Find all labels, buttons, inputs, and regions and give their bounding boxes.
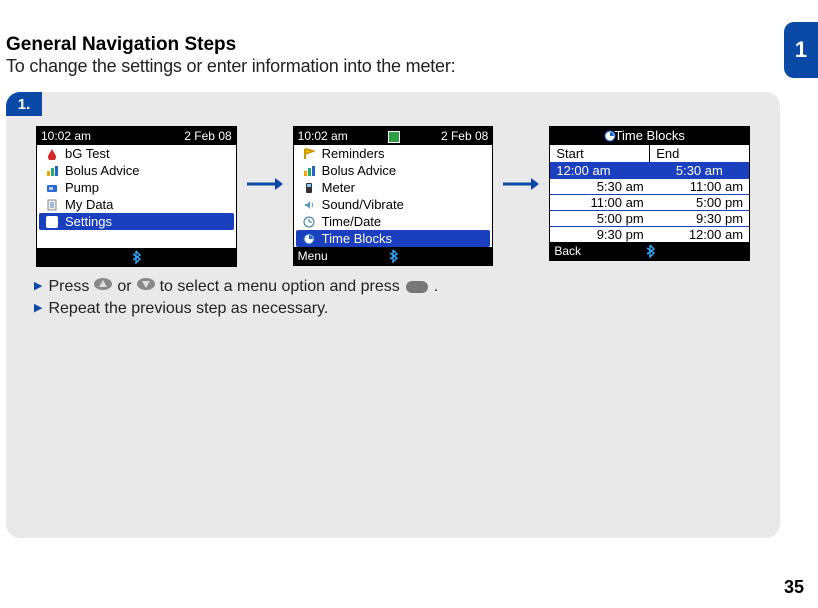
instr-text: to select a menu option and press	[160, 276, 400, 298]
bullet-triangle-icon: ▶	[34, 279, 42, 294]
screen2-softkey-left[interactable]: Menu	[298, 249, 328, 263]
step-number-tab: 1.	[6, 92, 42, 116]
select-button-icon	[406, 281, 428, 293]
instr-text: or	[117, 276, 131, 298]
menu-item-label: Reminders	[322, 146, 385, 161]
menu-item-reminders[interactable]: Reminders	[294, 145, 493, 162]
cell-start: 11:00 am	[550, 195, 649, 210]
screen2-footer: Menu	[294, 247, 493, 265]
instruction-panel: 1. 10:02 am 2 Feb 08 bG Test Bolus Advic…	[6, 92, 780, 538]
sound-icon	[302, 198, 316, 212]
menu-item-bolus-advice-2[interactable]: Bolus Advice	[294, 162, 493, 179]
flow-arrow-icon	[247, 126, 283, 192]
menu-item-label: Pump	[65, 180, 99, 195]
cell-end: 5:30 am	[650, 163, 749, 178]
flow-arrow-icon	[503, 126, 539, 192]
screen1-date: 2 Feb 08	[184, 129, 231, 143]
screen2-header: 10:02 am 2 Feb 08	[294, 127, 493, 145]
bluetooth-icon	[388, 249, 398, 263]
cell-start: 12:00 am	[550, 163, 649, 178]
screen2-time: 10:02 am	[298, 129, 348, 143]
menu-item-my-data[interactable]: My Data	[37, 196, 236, 213]
screen1-time: 10:02 am	[41, 129, 91, 143]
page-subtitle: To change the settings or enter informat…	[6, 56, 455, 77]
col-end: End	[650, 145, 749, 162]
menu-item-meter[interactable]: Meter	[294, 179, 493, 196]
menu-item-label: Meter	[322, 180, 355, 195]
table-header: Start End	[550, 145, 749, 162]
device-screen-main-menu: 10:02 am 2 Feb 08 bG Test Bolus Advice P…	[36, 126, 237, 267]
time-blocks-icon	[302, 232, 316, 246]
cell-start: 5:00 pm	[550, 211, 649, 226]
bullet-triangle-icon: ▶	[34, 301, 42, 316]
table-row[interactable]: 12:00 am 5:30 am	[550, 162, 749, 178]
menu-item-settings[interactable]: Settings	[39, 213, 234, 230]
menu-item-sound-vibrate[interactable]: Sound/Vibrate	[294, 196, 493, 213]
bolus-icon	[45, 164, 59, 178]
screen3-footer: Back	[550, 242, 749, 260]
bluetooth-icon	[131, 250, 141, 264]
menu-item-label: Settings	[65, 214, 112, 229]
cell-end: 11:00 am	[650, 179, 749, 194]
menu-item-label: Bolus Advice	[322, 163, 396, 178]
menu-item-label: Bolus Advice	[65, 163, 139, 178]
table-row[interactable]: 11:00 am 5:00 pm	[550, 194, 749, 210]
instructions-block: ▶ Press or to select a menu option and p…	[34, 276, 438, 319]
screen1-footer	[37, 248, 236, 266]
blood-drop-icon	[45, 147, 59, 161]
bolus-icon	[302, 164, 316, 178]
menu-item-label: Time/Date	[322, 214, 381, 229]
table-row[interactable]: 5:00 pm 9:30 pm	[550, 210, 749, 226]
cell-start: 9:30 pm	[550, 227, 649, 242]
down-button-icon	[136, 276, 156, 298]
device-screen-time-blocks: Time Blocks Start End 12:00 am 5:30 am 5…	[549, 126, 750, 261]
menu-item-label: bG Test	[65, 146, 110, 161]
screen3-softkey-left[interactable]: Back	[554, 244, 581, 258]
col-start: Start	[550, 145, 650, 162]
document-icon	[45, 198, 59, 212]
instr-text: Press	[48, 276, 89, 298]
bluetooth-icon	[645, 244, 655, 258]
status-check-icon	[388, 131, 400, 143]
screen3-title-bar: Time Blocks	[550, 127, 749, 145]
menu-item-label: Sound/Vibrate	[322, 197, 404, 212]
screen3-title: Time Blocks	[615, 128, 685, 143]
menu-item-bg-test[interactable]: bG Test	[37, 145, 236, 162]
screen2-date: 2 Feb 08	[441, 129, 488, 143]
check-icon	[45, 215, 59, 229]
page-number: 35	[784, 577, 804, 598]
menu-item-label: Time Blocks	[322, 231, 392, 246]
cell-end: 9:30 pm	[650, 211, 749, 226]
menu-item-time-blocks[interactable]: Time Blocks	[296, 230, 491, 247]
menu-item-label: My Data	[65, 197, 113, 212]
time-blocks-icon	[604, 129, 616, 147]
up-button-icon	[93, 276, 113, 298]
cell-end: 5:00 pm	[650, 195, 749, 210]
table-row[interactable]: 5:30 am 11:00 am	[550, 178, 749, 194]
pump-icon	[45, 181, 59, 195]
meter-icon	[302, 181, 316, 195]
page-title: General Navigation Steps	[6, 34, 455, 56]
clock-icon	[302, 215, 316, 229]
chapter-tab: 1	[784, 22, 818, 78]
flag-icon	[302, 147, 316, 161]
menu-item-bolus-advice[interactable]: Bolus Advice	[37, 162, 236, 179]
menu-item-pump[interactable]: Pump	[37, 179, 236, 196]
menu-item-time-date[interactable]: Time/Date	[294, 213, 493, 230]
cell-start: 5:30 am	[550, 179, 649, 194]
instr-text: .	[434, 276, 438, 298]
cell-end: 12:00 am	[650, 227, 749, 242]
device-screen-settings: 10:02 am 2 Feb 08 Reminders Bolus Advice…	[293, 126, 494, 266]
table-row[interactable]: 9:30 pm 12:00 am	[550, 226, 749, 242]
screen1-header: 10:02 am 2 Feb 08	[37, 127, 236, 145]
instr-text: Repeat the previous step as necessary.	[48, 298, 328, 320]
